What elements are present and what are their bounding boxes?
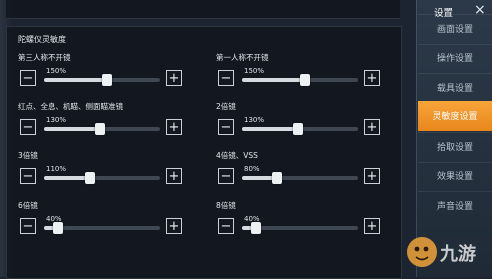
increase-button[interactable]: + [166,218,182,234]
slider-thumb[interactable] [271,172,282,184]
sensitivity-slider[interactable] [44,123,160,135]
sensitivity-slider[interactable] [44,172,160,184]
decrease-button[interactable]: − [20,70,36,86]
increase-button[interactable]: + [166,119,182,135]
decrease-button[interactable]: − [218,168,234,184]
setting-label: 红点、全息、机瞄、侧面瞄准镜 [18,102,123,111]
slider-thumb[interactable] [52,222,63,234]
sidebar-item[interactable]: 声音设置 [418,191,492,218]
increase-button[interactable]: + [166,70,182,86]
slider-thumb[interactable] [94,123,105,135]
increase-button[interactable]: + [364,168,380,184]
slider-thumb[interactable] [101,74,112,86]
sensitivity-setting: 3倍镜 − 110% + [18,150,188,190]
sensitivity-setting: 红点、全息、机瞄、侧面瞄准镜 − 130% + [18,101,188,141]
slider-fill [44,78,107,82]
slider-fill [242,127,298,131]
sensitivity-setting: 第一人称不开镜 − 150% + [216,52,386,92]
sidebar-item[interactable]: 画面设置 [418,14,492,41]
slider-fill [242,78,305,82]
sensitivity-slider[interactable] [242,172,358,184]
sidebar-item[interactable]: 操作设置 [418,43,492,71]
slider-fill [44,176,91,180]
setting-label: 第三人称不开镜 [18,53,71,62]
sidebar-item[interactable]: 效果设置 [418,161,492,189]
setting-label: 8倍镜 [216,201,236,210]
setting-value: 150% [46,67,67,75]
watermark-text: 九游 [439,243,476,265]
sensitivity-setting: 8倍镜 −40% + [216,200,386,240]
setting-value: 130% [244,116,265,124]
setting-value: 80% [244,165,260,173]
setting-label: 4倍镜、VSS [216,151,258,160]
decrease-button[interactable]: − [218,70,234,86]
section-title: 陀螺仪灵敏度 [18,35,66,44]
sensitivity-setting: 2倍镜 − 130% + [216,101,386,141]
setting-value: 130% [46,116,67,124]
decrease-button[interactable]: − [20,218,36,234]
sidebar-item[interactable]: 载具设置 [418,73,492,100]
slider-thumb[interactable] [292,123,303,135]
decrease-button[interactable]: − [218,119,234,135]
sidebar-item[interactable]: 拾取设置 [418,132,492,159]
sensitivity-slider[interactable] [242,222,358,234]
decrease-button[interactable]: − [20,168,36,184]
setting-label: 2倍镜 [216,102,236,111]
increase-button[interactable]: + [364,119,380,135]
increase-button[interactable]: + [166,168,182,184]
sensitivity-slider[interactable] [242,123,358,135]
setting-value: 110% [46,165,67,173]
sensitivity-setting: 第三人称不开镜 − 150% + [18,52,188,92]
sensitivity-slider[interactable] [44,74,160,86]
setting-value: 150% [244,67,265,75]
slider-thumb[interactable] [299,74,310,86]
sensitivity-setting: 4倍镜、VSS − 80% + [216,150,386,190]
setting-label: 第一人称不开镜 [216,53,269,62]
decrease-button[interactable]: − [218,218,234,234]
setting-label: 3倍镜 [18,151,38,160]
slider-fill [44,127,100,131]
sensitivity-slider[interactable] [242,74,358,86]
sensitivity-slider[interactable] [44,222,160,234]
setting-label: 6倍镜 [18,201,38,210]
sidebar-item[interactable]: 灵敏度设置 [418,100,492,131]
slider-thumb[interactable] [250,222,261,234]
decrease-button[interactable]: − [20,119,36,135]
increase-button[interactable]: + [364,218,380,234]
watermark-logo: 九游 [407,237,476,267]
slider-thumb[interactable] [85,172,96,184]
previous-section-strip [6,0,400,19]
increase-button[interactable]: + [364,70,380,86]
sensitivity-setting: 6倍镜 −40% + [18,200,188,240]
